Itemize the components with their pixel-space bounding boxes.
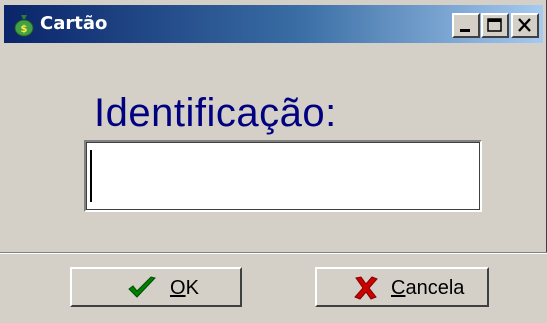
dialog-window: $ Cartão Identificação: OK Cancela xyxy=(0,0,547,323)
title-bar[interactable]: $ Cartão xyxy=(4,5,543,43)
cancel-button-label: Cancela xyxy=(391,277,465,299)
svg-text:$: $ xyxy=(21,24,28,35)
window-title: Cartão xyxy=(40,13,108,34)
x-mark-icon xyxy=(354,276,378,300)
ok-button[interactable]: OK xyxy=(70,267,242,307)
cancel-button[interactable]: Cancela xyxy=(315,267,489,307)
maximize-button[interactable] xyxy=(481,13,509,38)
identification-input[interactable] xyxy=(84,140,482,212)
close-button[interactable] xyxy=(511,13,539,38)
close-icon xyxy=(518,18,531,32)
minimize-icon xyxy=(460,29,470,32)
identification-label: Identificação: xyxy=(94,91,337,135)
text-caret xyxy=(90,150,92,202)
minimize-button[interactable] xyxy=(452,13,480,38)
money-bag-icon: $ xyxy=(14,15,34,37)
ok-button-label: OK xyxy=(170,277,199,299)
checkmark-icon xyxy=(128,276,156,298)
maximize-icon xyxy=(487,18,502,32)
